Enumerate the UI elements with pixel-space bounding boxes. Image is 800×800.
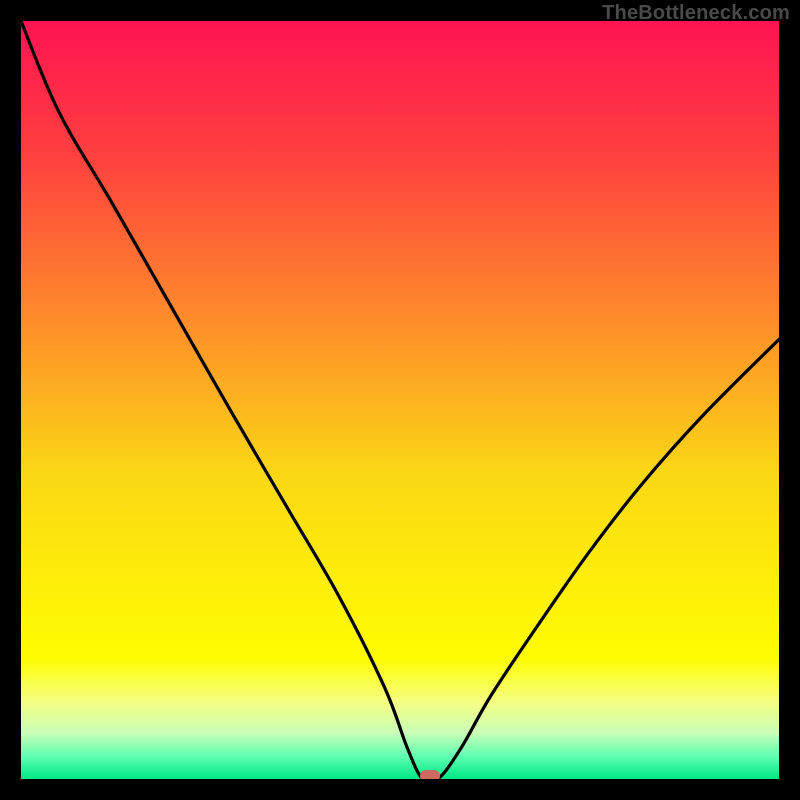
watermark-text: TheBottleneck.com: [602, 2, 790, 25]
chart-frame: TheBottleneck.com: [0, 0, 800, 800]
bottleneck-curve: [21, 21, 779, 779]
plot-area: [21, 21, 779, 779]
optimal-marker: [420, 770, 440, 779]
